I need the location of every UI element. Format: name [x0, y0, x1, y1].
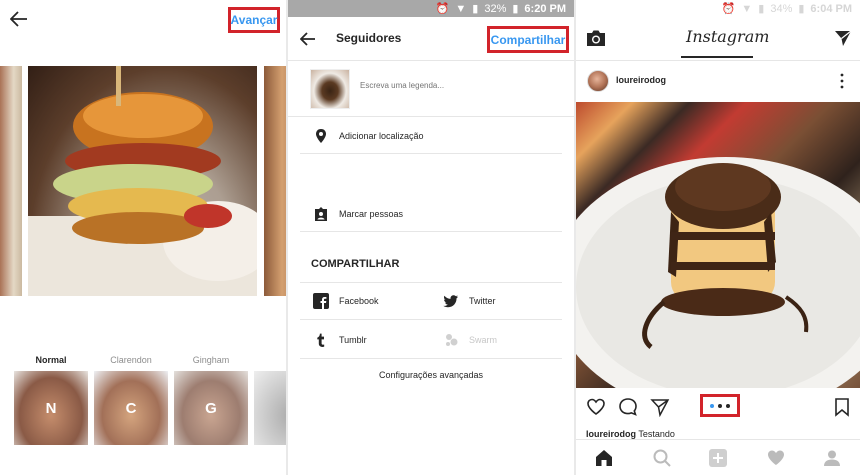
carousel-dot: [726, 403, 730, 408]
direct-message-icon[interactable]: [834, 29, 852, 47]
burger-illustration: [28, 66, 257, 296]
filter-label: M: [254, 355, 286, 369]
location-pin-icon: [316, 128, 326, 143]
filter-list: Normal N Clarendon C Gingham G M: [0, 355, 286, 455]
bookmark-icon[interactable]: [832, 397, 852, 417]
tumblr-icon: [317, 333, 325, 347]
share-header: Seguidores Compartilhar: [288, 17, 574, 61]
photo-carousel[interactable]: [0, 66, 286, 296]
twitter-icon: [443, 295, 458, 308]
like-heart-icon[interactable]: [586, 397, 606, 417]
post-image[interactable]: [576, 102, 860, 388]
alarm-icon: ⏰: [435, 3, 450, 15]
carousel-indicator[interactable]: [700, 394, 740, 417]
instagram-logo: Instagram: [686, 27, 770, 46]
new-post-icon[interactable]: [708, 448, 728, 468]
carousel-dot: [718, 403, 722, 408]
filter-clarendon[interactable]: Clarendon C: [94, 355, 168, 445]
alarm-icon: ⏰: [721, 3, 736, 15]
signal-icon: ▮: [472, 3, 479, 15]
share-label: Swarm: [469, 335, 498, 345]
filter-label: Gingham: [192, 355, 230, 365]
caption-row: [288, 61, 574, 117]
add-location-row[interactable]: Adicionar localização: [300, 118, 562, 154]
wifi-icon: ▼: [741, 2, 753, 15]
photo-preview-previous: [0, 66, 22, 296]
battery-icon: ▮: [798, 3, 805, 15]
search-icon[interactable]: [652, 448, 672, 468]
filter-thumbnail: C: [94, 371, 168, 445]
next-button[interactable]: Avançar: [228, 7, 280, 33]
filter-letter: C: [125, 399, 137, 417]
status-time: 6:04 PM: [810, 2, 852, 15]
swarm-icon: [446, 334, 458, 346]
filter-next[interactable]: M: [254, 355, 286, 445]
share-section-title: COMPARTILHAR: [311, 258, 400, 270]
share-screen: ⏰ ▼ ▮ 32% ▮ 6:20 PM Seguidores Compartil…: [288, 0, 574, 475]
filter-normal[interactable]: Normal N: [14, 355, 88, 445]
share-button-label: Compartilhar: [490, 32, 566, 47]
filter-label: Normal: [35, 355, 67, 365]
logo-underline: [681, 56, 753, 58]
share-label: Facebook: [339, 296, 379, 306]
bottom-navigation: [576, 439, 860, 475]
filter-label: Clarendon: [110, 355, 152, 365]
advanced-settings-link[interactable]: Configurações avançadas: [288, 370, 574, 380]
tag-people-row[interactable]: Marcar pessoas: [300, 196, 562, 232]
share-button[interactable]: Compartilhar: [487, 26, 569, 53]
post-header: loureirodog: [576, 61, 860, 101]
share-label: Twitter: [469, 296, 496, 306]
home-icon[interactable]: [594, 448, 614, 468]
filter-letter: N: [45, 399, 57, 417]
post-username[interactable]: loureirodog: [616, 75, 666, 85]
status-bar: ⏰ ▼ ▮ 32% ▮ 6:20 PM: [288, 0, 574, 17]
filter-screen: Avançar Normal N Clarendon C Gingham G: [0, 0, 286, 475]
page-title: Seguidores: [336, 31, 402, 45]
photo-preview-next: [264, 66, 286, 296]
post-thumbnail: [310, 69, 350, 109]
comment-icon[interactable]: [618, 397, 638, 417]
filter-gingham[interactable]: Gingham G: [174, 355, 248, 445]
facebook-icon: [313, 293, 329, 309]
caption-text: Testando: [638, 429, 675, 439]
back-arrow-icon[interactable]: [10, 11, 28, 27]
carousel-dot: [710, 403, 714, 408]
more-options-icon[interactable]: [839, 73, 845, 89]
tag-people-label: Marcar pessoas: [339, 208, 404, 219]
status-time: 6:20 PM: [524, 2, 566, 15]
avatar[interactable]: [587, 70, 609, 92]
post-actions: [576, 390, 860, 424]
back-arrow-icon[interactable]: [300, 32, 316, 46]
post-caption: loureirodog Testando: [586, 429, 675, 439]
signal-icon: ▮: [758, 3, 765, 15]
status-bar: ⏰ ▼ ▮ 34% ▮ 6:04 PM: [576, 0, 860, 17]
filter-letter: G: [205, 399, 217, 417]
burger-photo: [28, 66, 257, 296]
filter-thumbnail: G: [174, 371, 248, 445]
caption-username[interactable]: loureirodog: [586, 429, 636, 439]
battery-level: 34%: [770, 2, 793, 15]
share-label: Tumblr: [339, 334, 367, 345]
camera-icon[interactable]: [586, 29, 606, 47]
profile-icon[interactable]: [822, 448, 842, 468]
filter-thumbnail: [254, 371, 286, 445]
activity-heart-icon[interactable]: [766, 448, 786, 468]
share-swarm[interactable]: Swarm: [430, 321, 560, 359]
share-arrow-icon[interactable]: [650, 397, 670, 417]
tag-person-icon: [315, 206, 327, 221]
caption-input[interactable]: [360, 81, 560, 90]
pancakes-illustration: [576, 157, 860, 388]
battery-level: 32%: [484, 2, 507, 15]
share-twitter[interactable]: Twitter: [430, 282, 560, 320]
filter-thumbnail: N: [14, 371, 88, 445]
filter-header: Avançar: [0, 0, 286, 40]
feed-header: Instagram: [576, 17, 860, 61]
battery-icon: ▮: [512, 3, 519, 15]
add-location-label: Adicionar localização: [339, 130, 424, 141]
next-button-label: Avançar: [230, 13, 278, 27]
feed-screen: ⏰ ▼ ▮ 34% ▮ 6:04 PM Instagram loureirodo…: [576, 0, 860, 475]
wifi-icon: ▼: [455, 2, 467, 15]
